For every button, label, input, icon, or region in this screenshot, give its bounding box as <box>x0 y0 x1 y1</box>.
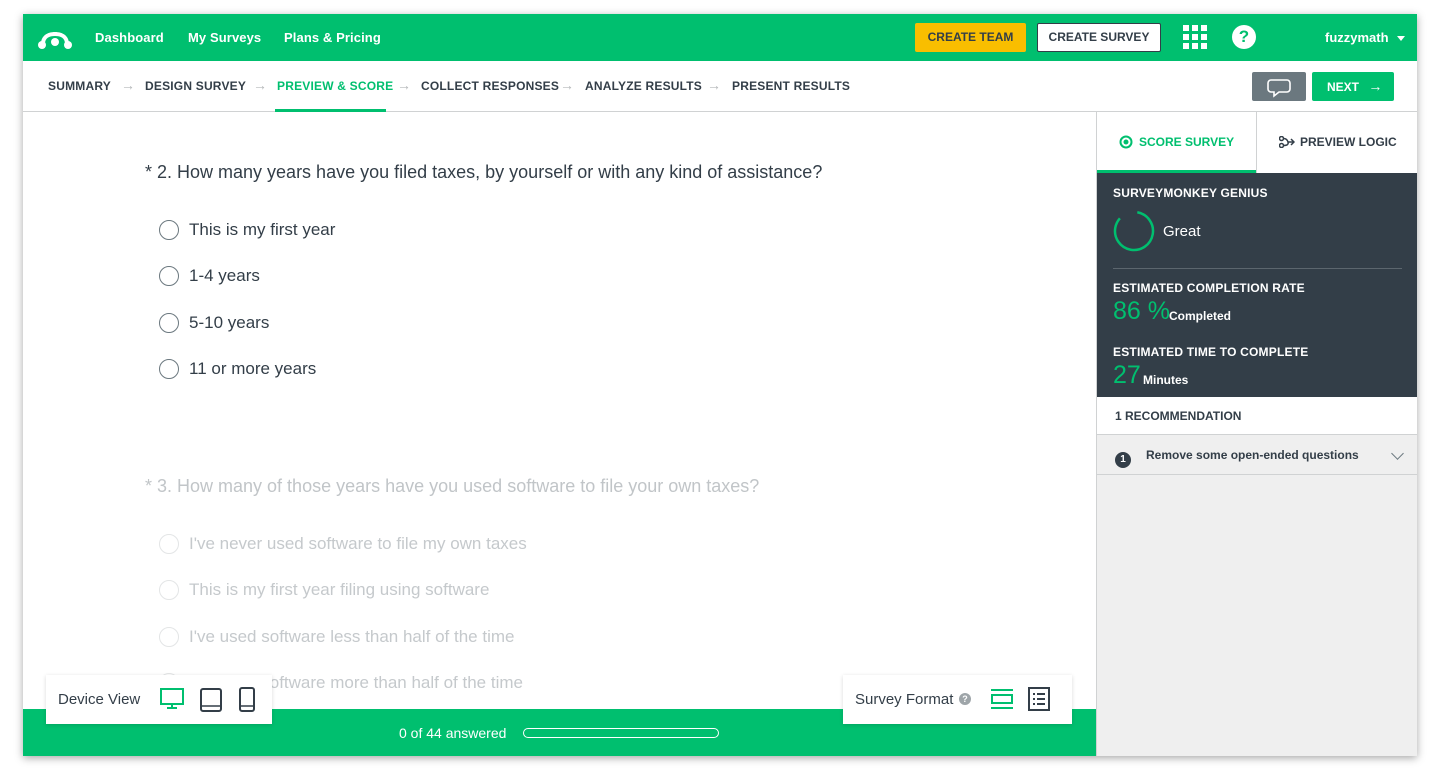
device-view-panel: Device View <box>46 675 272 724</box>
survey-preview: * 2. How many years have you filed taxes… <box>23 112 1096 756</box>
survey-format-panel: Survey Format ? <box>843 675 1072 724</box>
tab-score-survey-label: SCORE SURVEY <box>1139 135 1235 149</box>
comment-button[interactable] <box>1252 72 1306 101</box>
option-label: 1-4 years <box>189 266 260 285</box>
nav-plans-pricing[interactable]: Plans & Pricing <box>284 30 381 45</box>
radio-button[interactable] <box>159 220 179 240</box>
option-label: 11 or more years <box>189 359 317 378</box>
step-preview-score[interactable]: PREVIEW & SCORE <box>277 79 393 93</box>
desktop-icon[interactable] <box>159 687 185 711</box>
radio-button[interactable] <box>159 534 179 554</box>
divider <box>1113 268 1402 269</box>
radio-button[interactable] <box>159 313 179 333</box>
genius-title: SURVEYMONKEY GENIUS <box>1113 186 1268 200</box>
chevron-down-icon[interactable] <box>1397 36 1405 41</box>
arrow-right-icon: → <box>121 77 135 93</box>
completion-time-unit: Minutes <box>1143 373 1189 387</box>
next-button[interactable]: NEXT → <box>1312 72 1394 101</box>
step-summary[interactable]: SUMMARY <box>48 79 111 93</box>
tab-score-survey[interactable]: SCORE SURVEY <box>1097 112 1256 173</box>
step-collect-responses[interactable]: COLLECT RESPONSES <box>421 79 559 93</box>
create-team-button[interactable]: CREATE TEAM <box>915 23 1026 52</box>
progress-track <box>523 728 719 738</box>
radio-button[interactable] <box>159 266 179 286</box>
nav-dashboard[interactable]: Dashboard <box>95 30 164 45</box>
arrow-right-icon: → <box>707 77 721 93</box>
app-window: Dashboard My Surveys Plans & Pricing CRE… <box>23 14 1417 756</box>
tab-preview-logic[interactable]: PREVIEW LOGIC <box>1256 112 1417 173</box>
radio-button[interactable] <box>159 627 179 647</box>
option-label: I've never used software to file my own … <box>189 534 527 553</box>
nav-my-surveys[interactable]: My Surveys <box>188 30 261 45</box>
genius-panel: SURVEYMONKEY GENIUS Great ESTIMATED COMP… <box>1097 173 1417 397</box>
option-label: This is my first year filing using softw… <box>189 580 490 599</box>
radio-button[interactable] <box>159 359 179 379</box>
arrow-right-icon: → <box>253 77 267 93</box>
step-design-survey[interactable]: DESIGN SURVEY <box>145 79 246 93</box>
completion-rate-unit: Completed <box>1169 309 1232 323</box>
user-menu[interactable]: fuzzymath <box>1325 30 1389 45</box>
tablet-icon[interactable] <box>199 687 223 713</box>
recommendations-header: 1 RECOMMENDATION <box>1097 397 1417 435</box>
one-question-at-a-time-icon[interactable] <box>990 688 1014 710</box>
recommendation-text: Remove some open-ended questions <box>1146 448 1359 462</box>
arrow-right-icon: → <box>397 77 411 93</box>
score-sidebar: SCORE SURVEY PREVIEW LOGIC SURVEYMONKEY … <box>1096 112 1417 756</box>
recommendation-item[interactable]: 1 Remove some open-ended questions <box>1097 435 1417 475</box>
apps-grid-icon[interactable] <box>1183 25 1207 49</box>
option-label: This is my first year <box>189 220 336 239</box>
question-2-title: * 2. How many years have you filed taxes… <box>145 162 823 182</box>
logic-branch-icon <box>1279 136 1295 148</box>
survey-format-label: Survey Format <box>855 691 954 708</box>
completion-rate-title: ESTIMATED COMPLETION RATE <box>1113 281 1305 295</box>
completion-time-title: ESTIMATED TIME TO COMPLETE <box>1113 345 1309 359</box>
recommendation-number: 1 <box>1115 452 1131 468</box>
chevron-down-icon[interactable] <box>1391 447 1404 460</box>
score-icon <box>1119 135 1133 149</box>
phone-icon[interactable] <box>238 686 256 713</box>
genius-rating: Great <box>1163 223 1201 240</box>
step-navigation: SUMMARY → DESIGN SURVEY → PREVIEW & SCOR… <box>23 61 1417 112</box>
genius-score-ring <box>1113 210 1155 252</box>
arrow-right-icon: → <box>560 77 574 93</box>
surveymonkey-logo-icon[interactable] <box>37 26 73 50</box>
next-label: NEXT <box>1327 80 1360 94</box>
step-analyze-results[interactable]: ANALYZE RESULTS <box>585 79 702 93</box>
comment-icon <box>1267 79 1291 98</box>
device-view-label: Device View <box>58 691 141 708</box>
option-label: I've used software less than half of the… <box>189 627 515 646</box>
option-label: 5-10 years <box>189 313 270 332</box>
step-present-results[interactable]: PRESENT RESULTS <box>732 79 850 93</box>
help-icon[interactable]: ? <box>1232 25 1256 49</box>
question-3-title: * 3. How many of those years have you us… <box>145 476 760 496</box>
create-survey-button[interactable]: CREATE SURVEY <box>1037 23 1161 52</box>
info-icon[interactable]: ? <box>959 693 971 705</box>
completion-time-value: 27 <box>1113 361 1141 389</box>
completion-rate-value: 86 % <box>1113 297 1170 325</box>
radio-button[interactable] <box>159 580 179 600</box>
arrow-right-icon: → <box>1368 78 1383 94</box>
progress-text: 0 of 44 answered <box>399 725 507 741</box>
tab-preview-logic-label: PREVIEW LOGIC <box>1300 135 1397 149</box>
top-nav: Dashboard My Surveys Plans & Pricing CRE… <box>23 14 1417 61</box>
classic-format-icon[interactable] <box>1028 687 1050 711</box>
